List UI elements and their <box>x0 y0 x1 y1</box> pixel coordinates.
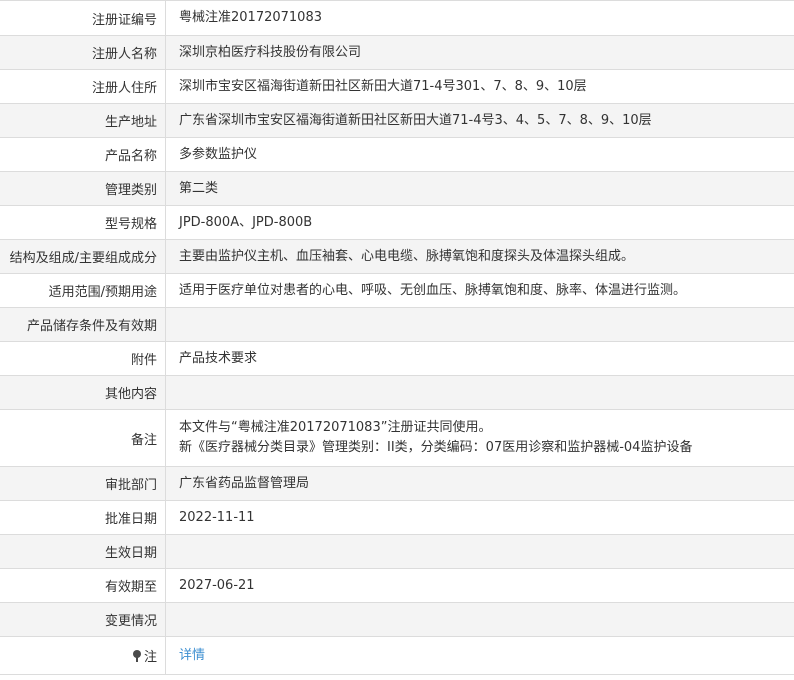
label-cell: 注册人住所 <box>0 70 166 103</box>
label-cell: 适用范围/预期用途 <box>0 274 166 307</box>
value-cell: 深圳市宝安区福海街道新田社区新田大道71-4号301、7、8、9、10层 <box>166 70 794 103</box>
label-cell: 结构及组成/主要组成成分 <box>0 240 166 273</box>
row-label: 产品名称 <box>104 149 157 164</box>
row-value: 多参数监护仪 <box>179 146 258 162</box>
value-cell: 本文件与“粤械注准20172071083”注册证共同使用。 新《医疗器械分类目录… <box>166 410 794 466</box>
row-label: 注 <box>143 650 157 665</box>
row-label: 管理类别 <box>104 183 157 198</box>
row-label: 生产地址 <box>104 115 157 130</box>
row-label: 批准日期 <box>104 512 157 527</box>
row-model-spec: 型号规格 JPD-800A、JPD-800B <box>0 206 794 240</box>
row-product-name: 产品名称 多参数监护仪 <box>0 138 794 172</box>
row-label: 生效日期 <box>104 546 157 561</box>
value-cell: 粤械注准20172071083 <box>166 1 794 35</box>
row-value: 深圳市宝安区福海街道新田社区新田大道71-4号301、7、8、9、10层 <box>179 78 587 94</box>
label-cell: 有效期至 <box>0 569 166 602</box>
row-value: 广东省深圳市宝安区福海街道新田社区新田大道71-4号3、4、5、7、8、9、10… <box>179 112 652 128</box>
row-value: JPD-800A、JPD-800B <box>179 214 313 230</box>
value-cell: 广东省药品监督管理局 <box>166 467 794 500</box>
registration-record-table: 注册证编号 粤械注准20172071083 注册人名称 深圳京柏医疗科技股份有限… <box>0 0 794 675</box>
row-structure-composition: 结构及组成/主要组成成分 主要由监护仪主机、血压袖套、心电电缆、脉搏氧饱和度探头… <box>0 240 794 274</box>
value-cell <box>166 535 794 568</box>
value-cell <box>166 603 794 636</box>
row-value: 2022-11-11 <box>179 509 255 525</box>
label-cell: 审批部门 <box>0 467 166 500</box>
row-attachments: 附件 产品技术要求 <box>0 342 794 376</box>
label-cell: 生效日期 <box>0 535 166 568</box>
value-cell: 第二类 <box>166 172 794 205</box>
row-label: 注册证编号 <box>91 12 157 28</box>
row-label: 其他内容 <box>104 387 157 402</box>
row-label: 备注 <box>130 432 157 448</box>
row-label: 注册人名称 <box>91 47 157 62</box>
label-cell: 产品名称 <box>0 138 166 171</box>
row-value-line-1: 本文件与“粤械注准20172071083”注册证共同使用。 <box>179 420 492 435</box>
row-value-line-2: 新《医疗器械分类目录》管理类别：II类，分类编码：07医用诊察和监护器械-04监… <box>179 440 693 455</box>
row-value: 主要由监护仪主机、血压袖套、心电电缆、脉搏氧饱和度探头及体温探头组成。 <box>179 248 635 264</box>
label-cell: 型号规格 <box>0 206 166 239</box>
label-cell: 注册人名称 <box>0 36 166 69</box>
row-value: 第二类 <box>179 180 219 196</box>
value-cell: 适用于医疗单位对患者的心电、呼吸、无创血压、脉搏氧饱和度、脉率、体温进行监测。 <box>166 274 794 307</box>
row-value: 粤械注准20172071083 <box>179 10 322 25</box>
row-management-category: 管理类别 第二类 <box>0 172 794 206</box>
value-cell: 2022-11-11 <box>166 501 794 534</box>
label-cell: 附件 <box>0 342 166 375</box>
label-cell: 批准日期 <box>0 501 166 534</box>
value-cell: 主要由监护仪主机、血压袖套、心电电缆、脉搏氧饱和度探头及体温探头组成。 <box>166 240 794 273</box>
row-registrant-address: 注册人住所 深圳市宝安区福海街道新田社区新田大道71-4号301、7、8、9、1… <box>0 70 794 104</box>
row-label: 审批部门 <box>104 478 157 493</box>
label-cell: 其他内容 <box>0 376 166 409</box>
row-label: 变更情况 <box>104 614 157 629</box>
label-cell: 变更情况 <box>0 603 166 636</box>
row-value: 广东省药品监督管理局 <box>179 475 310 491</box>
details-link[interactable]: 详情 <box>179 646 794 666</box>
row-label: 附件 <box>130 353 157 368</box>
row-value: 产品技术要求 <box>179 350 258 366</box>
row-value: 适用于医疗单位对患者的心电、呼吸、无创血压、脉搏氧饱和度、脉率、体温进行监测。 <box>179 282 687 298</box>
label-cell: 注 <box>0 637 166 674</box>
value-cell: JPD-800A、JPD-800B <box>166 206 794 239</box>
value-cell <box>166 308 794 341</box>
value-cell <box>166 376 794 409</box>
row-production-address: 生产地址 广东省深圳市宝安区福海街道新田社区新田大道71-4号3、4、5、7、8… <box>0 104 794 138</box>
row-valid-until: 有效期至 2027-06-21 <box>0 569 794 603</box>
value-cell: 详情 <box>166 637 794 674</box>
value-cell: 深圳京柏医疗科技股份有限公司 <box>166 36 794 69</box>
label-cell: 备注 <box>0 410 166 466</box>
row-label: 结构及组成/主要组成成分 <box>9 251 157 266</box>
row-value: 2027-06-21 <box>179 577 255 593</box>
row-approval-department: 审批部门 广东省药品监督管理局 <box>0 467 794 501</box>
row-note: 注 详情 <box>0 637 794 675</box>
row-value: 深圳京柏医疗科技股份有限公司 <box>179 44 362 60</box>
label-cell: 生产地址 <box>0 104 166 137</box>
row-intended-use: 适用范围/预期用途 适用于医疗单位对患者的心电、呼吸、无创血压、脉搏氧饱和度、脉… <box>0 274 794 308</box>
value-cell: 产品技术要求 <box>166 342 794 375</box>
value-cell: 2027-06-21 <box>166 569 794 602</box>
row-remarks: 备注 本文件与“粤械注准20172071083”注册证共同使用。 新《医疗器械分… <box>0 410 794 467</box>
label-cell: 管理类别 <box>0 172 166 205</box>
row-registration-number: 注册证编号 粤械注准20172071083 <box>0 1 794 36</box>
row-change-history: 变更情况 <box>0 603 794 637</box>
row-effective-date: 生效日期 <box>0 535 794 569</box>
row-registrant-name: 注册人名称 深圳京柏医疗科技股份有限公司 <box>0 36 794 70</box>
label-cell: 注册证编号 <box>0 1 166 35</box>
label-cell: 产品储存条件及有效期 <box>0 308 166 341</box>
row-label: 产品储存条件及有效期 <box>26 319 157 334</box>
pin-icon <box>132 649 141 662</box>
row-approval-date: 批准日期 2022-11-11 <box>0 501 794 535</box>
row-label: 适用范围/预期用途 <box>48 285 157 300</box>
row-label: 型号规格 <box>104 217 157 232</box>
value-cell: 多参数监护仪 <box>166 138 794 171</box>
row-label: 注册人住所 <box>91 81 157 96</box>
row-storage-conditions: 产品储存条件及有效期 <box>0 308 794 342</box>
row-other-content: 其他内容 <box>0 376 794 410</box>
row-label: 有效期至 <box>104 580 157 595</box>
value-cell: 广东省深圳市宝安区福海街道新田社区新田大道71-4号3、4、5、7、8、9、10… <box>166 104 794 137</box>
